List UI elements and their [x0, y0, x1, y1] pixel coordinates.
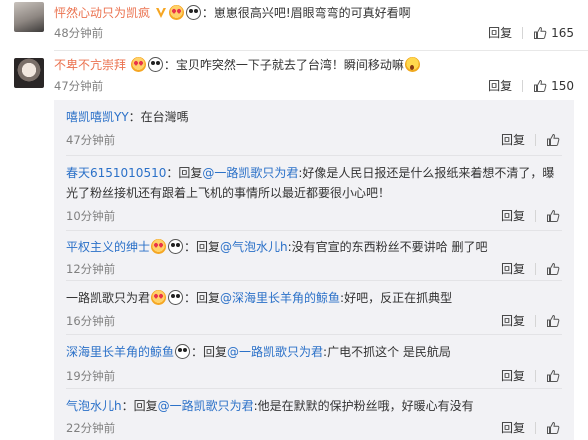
- thumbs-up-icon: [547, 133, 560, 146]
- mention-link[interactable]: @一路凯歌只为君: [202, 166, 298, 180]
- reply-actions: 回复: [501, 420, 560, 436]
- reply-time: 47分钟前: [66, 133, 116, 147]
- reply-time: 19分钟前: [66, 369, 116, 383]
- like-count: 150: [551, 79, 574, 93]
- username-link[interactable]: 一路凯歌只为君: [66, 291, 150, 305]
- reply-body: 春天6151010510：回复@一路凯歌只为君:好像是人民日报还是什么报纸来着想…: [66, 163, 562, 203]
- username-link[interactable]: 不卑不亢崇拜: [54, 58, 126, 72]
- like-button[interactable]: [546, 262, 560, 276]
- reply-item: 春天6151010510：回复@一路凯歌只为君:好像是人民日报还是什么报纸来着想…: [54, 156, 574, 228]
- action-divider: [535, 210, 536, 222]
- action-divider: [535, 422, 536, 434]
- reply-text: :他是在默默的保护粉丝哦，好暖心有没有: [253, 399, 474, 413]
- like-button[interactable]: [546, 369, 560, 383]
- username-link[interactable]: 深海里长羊角的鲸鱼: [66, 345, 174, 359]
- reply-item: 深海里长羊角的鲸鱼 ：回复@一路凯歌只为君:广电不抓这个 是民航局 19分钟前 回…: [54, 335, 574, 385]
- thumbs-up-icon: [547, 262, 560, 275]
- username-link[interactable]: 嘻凯嘻凯YY: [66, 110, 129, 124]
- reply-item: 气泡水儿h：回复@一路凯歌只为君:他是在默默的保护粉丝哦，好暖心有没有 22分钟…: [54, 389, 574, 440]
- thumbs-up-icon: [534, 79, 547, 92]
- reply-button[interactable]: 回复: [488, 78, 512, 94]
- action-divider: [535, 370, 536, 382]
- action-divider: [522, 80, 524, 92]
- reply-button[interactable]: 回复: [501, 368, 525, 384]
- comment-item: 不卑不亢崇拜 ：宝贝咋突然一下子就去了台湾！瞬间移动嘛 47分钟前 回复 150: [0, 0, 588, 100]
- thumbs-up-icon: [547, 314, 560, 327]
- love-emoji-icon: [151, 239, 167, 254]
- comment-actions: 回复 150: [488, 78, 574, 94]
- reply-body: 平权主义的绅士 ：回复@气泡水儿h:没有官宣的东西粉丝不要讲哈 删了吧: [66, 238, 562, 256]
- reply-time: 16分钟前: [66, 314, 116, 328]
- action-divider: [535, 315, 536, 327]
- panda-emoji-icon: [147, 57, 163, 72]
- reply-item: 嘻凯嘻凯YY：在台灣嗎 47分钟前 回复: [54, 100, 574, 152]
- reply-actions: 回复: [501, 368, 560, 384]
- reply-actions: 回复: [501, 261, 560, 277]
- reply-body: 气泡水儿h：回复@一路凯歌只为君:他是在默默的保护粉丝哦，好暖心有没有: [66, 397, 562, 415]
- action-divider: [535, 263, 536, 275]
- panda-emoji-icon: [175, 344, 191, 359]
- reply-thread: 嘻凯嘻凯YY：在台灣嗎 47分钟前 回复 春天6151010510：回复@一路凯…: [54, 100, 574, 440]
- reply-text: :好吧，反正在抓典型: [340, 291, 453, 305]
- reply-actions: 回复: [501, 132, 560, 148]
- thumbs-up-icon: [547, 421, 560, 434]
- mention-link[interactable]: @一路凯歌只为君: [158, 399, 254, 413]
- reply-time: 22分钟前: [66, 421, 116, 435]
- reply-button[interactable]: 回复: [501, 313, 525, 329]
- like-button[interactable]: [546, 314, 560, 328]
- reply-text: :没有官宣的东西粉丝不要讲哈 删了吧: [287, 240, 488, 254]
- shocked-emoji-icon: [404, 57, 420, 72]
- reply-prefix: ：回复: [184, 240, 221, 254]
- love-emoji-icon: [151, 290, 167, 305]
- mention-link[interactable]: @深海里长羊角的鲸鱼: [220, 291, 340, 305]
- mention-link[interactable]: @气泡水儿h: [220, 240, 288, 254]
- thumbs-up-icon: [547, 369, 560, 382]
- like-button[interactable]: [546, 133, 560, 147]
- reply-time: 12分钟前: [66, 262, 116, 276]
- comment-text: ：宝贝咋突然一下子就去了台湾！瞬间移动嘛: [163, 58, 404, 72]
- reply-time: 10分钟前: [66, 209, 116, 223]
- reply-actions: 回复: [501, 313, 560, 329]
- panda-emoji-icon: [168, 290, 184, 305]
- reply-actions: 回复: [501, 208, 560, 224]
- username-link[interactable]: 春天6151010510: [66, 166, 166, 180]
- comment-time: 47分钟前: [54, 79, 104, 93]
- reply-button[interactable]: 回复: [501, 420, 525, 436]
- reply-prefix: ：回复: [184, 291, 221, 305]
- reply-prefix: ：回复: [121, 399, 158, 413]
- reply-button[interactable]: 回复: [501, 261, 525, 277]
- action-divider: [535, 134, 536, 146]
- reply-item: 一路凯歌只为君 ：回复@深海里长羊角的鲸鱼:好吧，反正在抓典型 16分钟前 回复: [54, 281, 574, 331]
- love-emoji-icon: [130, 57, 146, 72]
- reply-body: 深海里长羊角的鲸鱼 ：回复@一路凯歌只为君:广电不抓这个 是民航局: [66, 343, 562, 361]
- reply-item: 平权主义的绅士 ：回复@气泡水儿h:没有官宣的东西粉丝不要讲哈 删了吧 12分钟前…: [54, 231, 574, 279]
- mention-link[interactable]: @一路凯歌只为君: [227, 345, 323, 359]
- like-button[interactable]: [546, 209, 560, 223]
- panda-emoji-icon: [168, 239, 184, 254]
- reply-prefix: ：回复: [191, 345, 228, 359]
- comment-body: 不卑不亢崇拜 ：宝贝咋突然一下子就去了台湾！瞬间移动嘛: [54, 56, 580, 74]
- reply-button[interactable]: 回复: [501, 208, 525, 224]
- reply-text: :广电不抓这个 是民航局: [323, 345, 451, 359]
- avatar[interactable]: [14, 58, 44, 88]
- username-link[interactable]: 平权主义的绅士: [66, 240, 150, 254]
- thumbs-up-icon: [547, 209, 560, 222]
- like-button[interactable]: [546, 421, 560, 435]
- like-button[interactable]: 150: [533, 78, 574, 94]
- reply-body: 嘻凯嘻凯YY：在台灣嗎: [66, 108, 562, 126]
- reply-text: ：在台灣嗎: [128, 110, 189, 124]
- reply-button[interactable]: 回复: [501, 132, 525, 148]
- reply-prefix: ：回复: [166, 166, 203, 180]
- reply-body: 一路凯歌只为君 ：回复@深海里长羊角的鲸鱼:好吧，反正在抓典型: [66, 289, 562, 307]
- username-link[interactable]: 气泡水儿h: [66, 399, 122, 413]
